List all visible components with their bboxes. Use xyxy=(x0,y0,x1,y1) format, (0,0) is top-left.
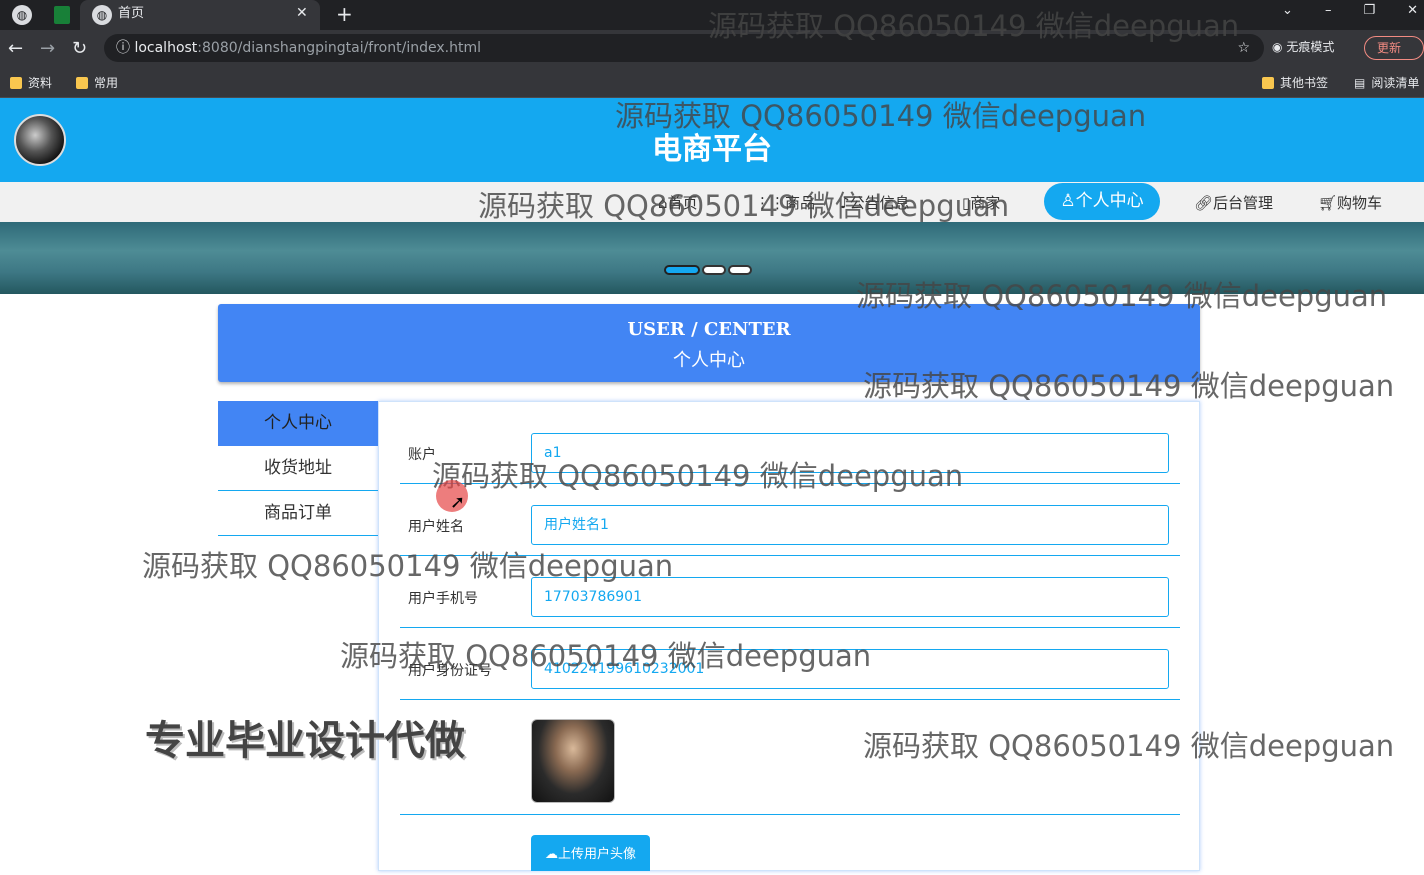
reload-icon[interactable]: ↻ xyxy=(72,38,87,59)
upload-label: 上传用户头像 xyxy=(557,847,636,862)
link-icon: 🔗︎ xyxy=(1194,194,1214,212)
window-controls: ⌄ – ❐ ✕ xyxy=(1282,3,1418,18)
tab-home[interactable]: 首页 xyxy=(80,0,320,30)
carousel-dot[interactable] xyxy=(728,265,752,275)
watermark: 源码获取 QQ86050149 微信deepguan xyxy=(432,459,964,493)
menu-shipping-address[interactable]: 收货地址 xyxy=(218,446,378,491)
bookmark-label: 其他书签 xyxy=(1280,76,1329,90)
mouse-cursor-icon: ➚ xyxy=(450,492,466,513)
incognito-icon: ◉ xyxy=(1272,40,1283,54)
reading-list[interactable]: ▤ 阅读清单 xyxy=(1354,74,1419,91)
watermark: 源码获取 QQ86050149 微信deepguan xyxy=(863,369,1395,403)
user-avatar xyxy=(531,719,615,803)
forward-icon[interactable]: → xyxy=(40,38,55,59)
incognito-label: 无痕模式 xyxy=(1286,40,1335,54)
tab-globe-icon: ◍ xyxy=(92,5,112,25)
tab-close-icon[interactable]: ✕ xyxy=(296,5,308,21)
heading-en: USER / CENTER xyxy=(627,319,791,340)
watermark: 源码获取 QQ86050149 微信deepguan xyxy=(863,729,1395,763)
divider xyxy=(400,699,1180,700)
nav-label: 购物车 xyxy=(1337,194,1383,212)
watermark: 源码获取 QQ86050149 微信deepguan xyxy=(615,99,1147,133)
incognito-indicator[interactable]: ◉ 无痕模式 xyxy=(1272,38,1334,55)
nav-user-center[interactable]: ♙个人中心 xyxy=(1044,183,1160,220)
restore-icon[interactable]: ❐ xyxy=(1363,3,1375,18)
bookmark-label: 资料 xyxy=(28,76,53,90)
update-button[interactable]: 更新 xyxy=(1364,36,1424,60)
carousel-dot-active[interactable] xyxy=(664,265,700,275)
info-icon[interactable]: ⓘ xyxy=(116,40,130,56)
nav-label: 后台管理 xyxy=(1213,194,1274,212)
bookmark-other[interactable]: 其他书签 xyxy=(1262,74,1328,91)
reading-list-icon: ▤ xyxy=(1354,75,1366,90)
watermark: 源码获取 QQ86050149 微信deepguan xyxy=(708,9,1240,43)
menu-user-center[interactable]: 个人中心 xyxy=(218,401,378,446)
user-icon: ♙ xyxy=(1060,191,1076,211)
url-path: :8080/dianshangpingtai/front/index.html xyxy=(197,40,481,56)
username-label: 用户姓名 xyxy=(408,519,464,535)
watermark: 源码获取 QQ86050149 微信deepguan xyxy=(142,549,674,583)
menu-orders[interactable]: 商品订单 xyxy=(218,491,378,536)
bookmark-star-icon[interactable]: ☆ xyxy=(1237,34,1250,62)
bookmark-folder-ziliao[interactable]: 资料 xyxy=(10,74,52,91)
url-host: localhost xyxy=(134,40,198,56)
folder-icon xyxy=(10,76,22,89)
minimize-icon[interactable]: – xyxy=(1325,3,1332,18)
phone-label: 用户手机号 xyxy=(408,591,478,607)
close-window-icon[interactable]: ✕ xyxy=(1407,3,1418,18)
update-label: 更新 xyxy=(1377,41,1402,55)
nav-label: 个人中心 xyxy=(1075,191,1144,211)
upload-icon: ☁ xyxy=(544,847,558,862)
folder-icon xyxy=(76,76,88,89)
tab-list-icon[interactable]: ⌄ xyxy=(1282,3,1293,18)
tab-title: 首页 xyxy=(118,6,145,21)
divider xyxy=(400,814,1180,815)
promo-text: 专业毕业设计代做 xyxy=(145,718,465,764)
back-icon[interactable]: ← xyxy=(8,38,23,59)
bookmark-label: 常用 xyxy=(94,76,119,90)
bookmark-folder-changyong[interactable]: 常用 xyxy=(76,74,118,91)
watermark: 源码获取 QQ86050149 微信deepguan xyxy=(340,639,872,673)
bookmark-label: 阅读清单 xyxy=(1371,76,1420,90)
username-field[interactable]: 用户姓名1 xyxy=(531,505,1169,545)
cart-icon: 🛒︎ xyxy=(1318,194,1338,212)
nav-admin[interactable]: 🔗︎后台管理 xyxy=(1194,192,1273,213)
new-tab-icon[interactable]: + xyxy=(336,2,353,26)
nav-cart[interactable]: 🛒︎购物车 xyxy=(1318,192,1382,213)
divider xyxy=(400,627,1180,628)
sheets-tab-icon[interactable] xyxy=(54,6,70,24)
watermark: 源码获取 QQ86050149 微信deepguan xyxy=(478,189,1010,223)
watermark: 源码获取 QQ86050149 微信deepguan xyxy=(856,279,1388,313)
upload-avatar-button[interactable]: ☁上传用户头像 xyxy=(531,835,650,871)
carousel-dot[interactable] xyxy=(702,265,726,275)
browser-globe-icon: ◍ xyxy=(12,5,32,25)
folder-icon xyxy=(1262,76,1274,89)
